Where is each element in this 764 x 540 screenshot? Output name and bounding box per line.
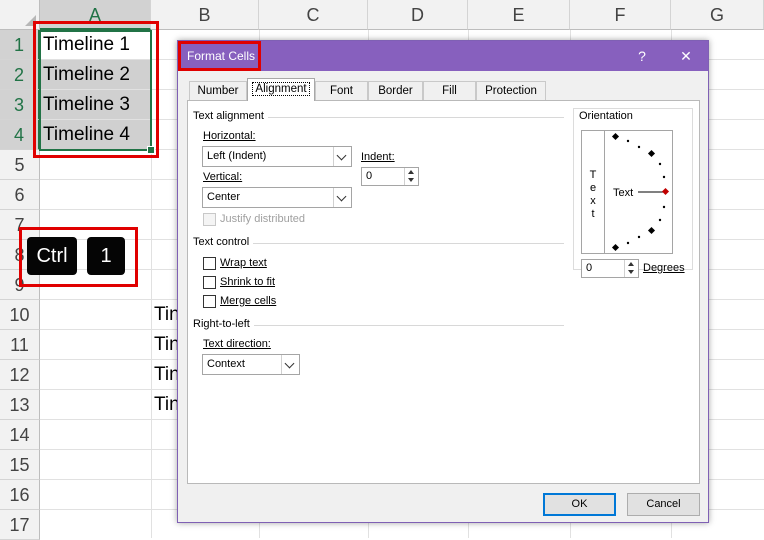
merge-cells-label: Merge cells xyxy=(220,295,277,307)
row-header-17[interactable]: 17 xyxy=(0,510,40,540)
spinner-buttons[interactable] xyxy=(624,260,638,277)
vertical-text-char: e xyxy=(589,182,597,194)
orientation-dial-text: Text xyxy=(613,187,634,199)
vertical-label: Vertical: xyxy=(203,171,243,183)
column-header-b[interactable]: B xyxy=(151,0,259,30)
column-header-g[interactable]: G xyxy=(671,0,764,30)
indent-value: 0 xyxy=(366,170,373,182)
horizontal-select[interactable]: Left (Indent) xyxy=(202,146,352,167)
tab-fill[interactable]: Fill xyxy=(423,81,476,100)
indent-label: Indent: xyxy=(361,151,395,163)
format-cells-dialog: Format Cells ? ✕ Number Alignment Font B… xyxy=(177,40,709,523)
vertical-text-char: t xyxy=(591,208,595,220)
column-header-e[interactable]: E xyxy=(468,0,570,30)
chevron-down-icon xyxy=(281,355,299,374)
justify-distributed-checkbox[interactable] xyxy=(203,213,216,226)
merge-cells-checkbox[interactable] xyxy=(203,295,216,308)
row-header-10[interactable]: 10 xyxy=(0,300,40,330)
close-button[interactable]: ✕ xyxy=(674,44,698,68)
ok-button[interactable]: OK xyxy=(543,493,616,516)
row-header-14[interactable]: 14 xyxy=(0,420,40,450)
tab-number[interactable]: Number xyxy=(189,81,247,100)
row-header-12[interactable]: 12 xyxy=(0,360,40,390)
column-header-f[interactable]: F xyxy=(570,0,671,30)
row-header-6[interactable]: 6 xyxy=(0,180,40,210)
chevron-down-icon xyxy=(333,188,351,207)
chevron-down-icon xyxy=(333,147,351,166)
shrink-to-fit-label: Shrink to fit xyxy=(220,276,276,288)
tab-protection[interactable]: Protection xyxy=(476,81,546,100)
tab-alignment-label: Alignment xyxy=(252,82,310,96)
wrap-text-checkbox[interactable] xyxy=(203,257,216,270)
group-orientation: Orientation xyxy=(577,110,635,122)
vertical-text-box[interactable]: T e x t xyxy=(582,131,605,253)
tab-border[interactable]: Border xyxy=(368,81,423,100)
highlight-box-title xyxy=(178,41,261,71)
tab-alignment[interactable]: Alignment xyxy=(247,78,315,101)
row-header-15[interactable]: 15 xyxy=(0,450,40,480)
degrees-label: Degrees xyxy=(643,262,685,274)
column-header-d[interactable]: D xyxy=(368,0,468,30)
vertical-text-char: T xyxy=(589,169,597,181)
justify-distributed-label: Justify distributed xyxy=(220,213,305,225)
group-text-alignment: Text alignment xyxy=(193,110,268,122)
row-header-16[interactable]: 16 xyxy=(0,480,40,510)
spin-down-icon xyxy=(628,270,634,274)
degrees-spinner[interactable]: 0 xyxy=(581,259,639,278)
spinner-buttons[interactable] xyxy=(404,168,418,185)
wrap-text-label: Wrap text xyxy=(220,257,267,269)
row-header-13[interactable]: 13 xyxy=(0,390,40,420)
vertical-value: Center xyxy=(207,191,241,203)
help-button[interactable]: ? xyxy=(630,44,654,68)
row-header-11[interactable]: 11 xyxy=(0,330,40,360)
indent-spinner[interactable]: 0 xyxy=(361,167,419,186)
group-text-control: Text control xyxy=(193,236,254,248)
vertical-select[interactable]: Center xyxy=(202,187,352,208)
shrink-to-fit-checkbox[interactable] xyxy=(203,276,216,289)
text-direction-value: Context xyxy=(207,358,245,370)
vertical-text-char: x xyxy=(590,195,596,207)
text-direction-label: Text direction: xyxy=(203,338,271,350)
horizontal-label: Horizontal: xyxy=(203,130,256,142)
text-direction-select[interactable]: Context xyxy=(202,354,300,375)
spin-up-icon xyxy=(628,262,634,266)
tab-font[interactable]: Font xyxy=(315,81,368,100)
group-right-to-left: Right-to-left xyxy=(193,318,254,330)
highlight-box-selection xyxy=(33,21,159,158)
horizontal-value: Left (Indent) xyxy=(207,150,267,162)
spin-down-icon xyxy=(408,178,414,182)
ctrl-key: Ctrl xyxy=(27,237,77,275)
column-header-c[interactable]: C xyxy=(259,0,368,30)
one-key: 1 xyxy=(87,237,125,275)
spin-up-icon xyxy=(408,170,414,174)
degrees-value: 0 xyxy=(586,262,593,274)
cancel-button[interactable]: Cancel xyxy=(627,493,700,516)
